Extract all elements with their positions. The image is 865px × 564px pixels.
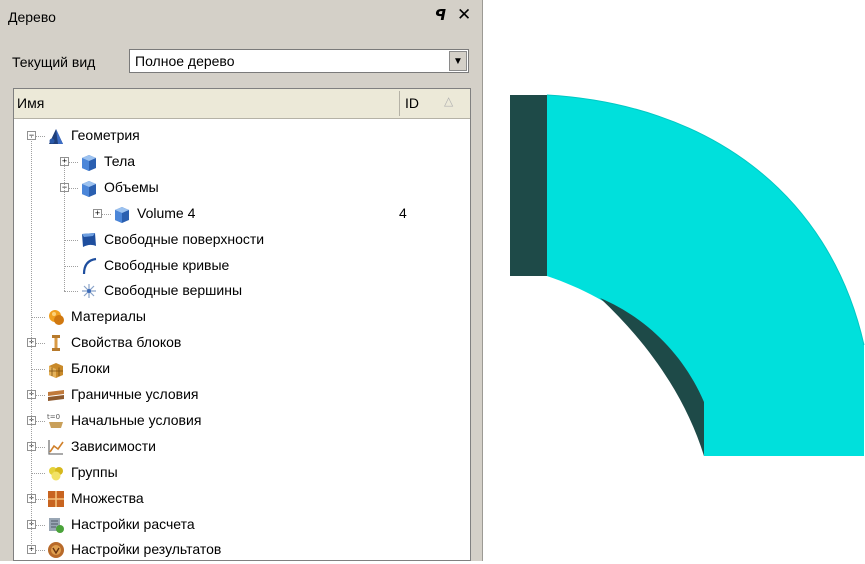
tree-header: Имя ID △ — [14, 89, 470, 119]
tree-row[interactable]: + Свойства блоков — [14, 331, 470, 357]
chevron-down-icon[interactable]: ▼ — [449, 51, 467, 71]
tree-row-label: Свойства блоков — [71, 334, 182, 351]
tree-row[interactable]: + Зависимости — [14, 435, 470, 461]
tree-row[interactable]: Свободные кривые — [14, 254, 470, 280]
curve-icon — [79, 256, 99, 276]
tree-guide — [64, 161, 65, 292]
tree-row[interactable]: Свободные поверхности — [14, 228, 470, 254]
tree-row[interactable]: + Volume 4 4 — [14, 202, 470, 228]
tree-row[interactable]: + Настройки расчета — [14, 513, 470, 539]
blocks-icon — [46, 359, 66, 379]
column-separator[interactable] — [399, 91, 400, 116]
volume-icon — [112, 204, 132, 224]
tree-row-label: Зависимости — [71, 437, 156, 454]
tree-row-label: Блоки — [71, 360, 111, 377]
sort-icon: △ — [444, 94, 454, 108]
tree-row[interactable]: Блоки — [14, 357, 470, 383]
tree-row-label: Начальные условия — [71, 411, 202, 428]
tree-row[interactable]: Материалы — [14, 305, 470, 331]
tree-row-label: Материалы — [71, 308, 146, 325]
geometry-icon — [46, 126, 66, 146]
tree-row[interactable]: − Объемы — [14, 176, 470, 202]
svg-text:t=0: t=0 — [47, 413, 60, 421]
vertex-icon — [79, 281, 99, 301]
expand-icon[interactable]: + — [93, 208, 102, 218]
tree-row-label: Тела — [104, 152, 136, 169]
tree-row-label: Свободные кривые — [104, 256, 230, 273]
tree-row[interactable]: + Граничные условия — [14, 383, 470, 409]
groups-icon — [46, 463, 66, 483]
results-settings-icon — [46, 540, 66, 560]
volume-shape — [510, 94, 865, 456]
float-icon[interactable]: ꟼ — [435, 6, 446, 24]
dependencies-icon — [46, 437, 66, 457]
tree-row-id: 4 — [399, 204, 407, 221]
panel-title: Дерево — [8, 9, 56, 25]
initial-conditions-icon: t=0 — [46, 411, 66, 431]
tree-row-label: Геометрия — [71, 127, 140, 143]
tree-row[interactable]: + t=0 Начальные условия — [14, 409, 470, 435]
column-header-name[interactable]: Имя — [17, 95, 44, 111]
tree-row-label: Свободные вершины — [104, 282, 243, 299]
bodies-icon — [79, 152, 99, 172]
current-view-select[interactable]: Полное дерево ▼ — [129, 49, 469, 73]
close-icon[interactable]: ✕ — [457, 5, 471, 25]
model-viewport[interactable] — [490, 0, 865, 561]
tree-row[interactable]: + Тела — [14, 150, 470, 176]
tree-row-label: Настройки расчета — [71, 515, 195, 532]
materials-icon — [46, 307, 66, 327]
tree-guide — [31, 136, 32, 551]
surface-icon — [79, 230, 99, 250]
block-properties-icon — [46, 333, 66, 353]
tree-panel: Дерево ꟼ ✕ Текущий вид Полное дерево ▼ И… — [0, 0, 483, 561]
current-view-value: Полное дерево — [135, 53, 235, 69]
tree-row-label: Группы — [71, 463, 118, 480]
tree-row-label: Множества — [71, 489, 144, 506]
tree-row-label: Объемы — [104, 178, 159, 195]
tree-connector — [31, 317, 45, 319]
tree-connector — [64, 291, 78, 293]
tree-connector — [64, 239, 78, 241]
tree-connector — [31, 369, 45, 371]
tree-row[interactable]: − Геометрия — [14, 124, 470, 150]
volumes-icon — [79, 178, 99, 198]
tree-connector — [31, 472, 45, 474]
tree-row-label: Свободные поверхности — [104, 230, 265, 247]
tree-row-label: Volume 4 — [137, 204, 196, 221]
current-view-label: Текущий вид — [12, 54, 96, 70]
tree-row[interactable]: + Настройки результатов — [14, 538, 470, 560]
tree-row[interactable]: Группы — [14, 461, 470, 487]
tree-row[interactable]: + Множества — [14, 487, 470, 513]
boundary-conditions-icon — [46, 385, 66, 405]
tree-row[interactable]: Свободные вершины — [14, 279, 470, 305]
column-header-id[interactable]: ID — [405, 95, 419, 111]
volume-end-face — [510, 95, 547, 276]
tree-row-label: Настройки результатов — [71, 541, 222, 558]
sets-icon — [46, 489, 66, 509]
tree-connector — [64, 265, 78, 267]
tree-view[interactable]: Имя ID △ − Геометрия + Тела − Объемы + Volume 4… — [13, 88, 471, 561]
solver-settings-icon — [46, 515, 66, 535]
tree-row-label: Граничные условия — [71, 386, 199, 402]
